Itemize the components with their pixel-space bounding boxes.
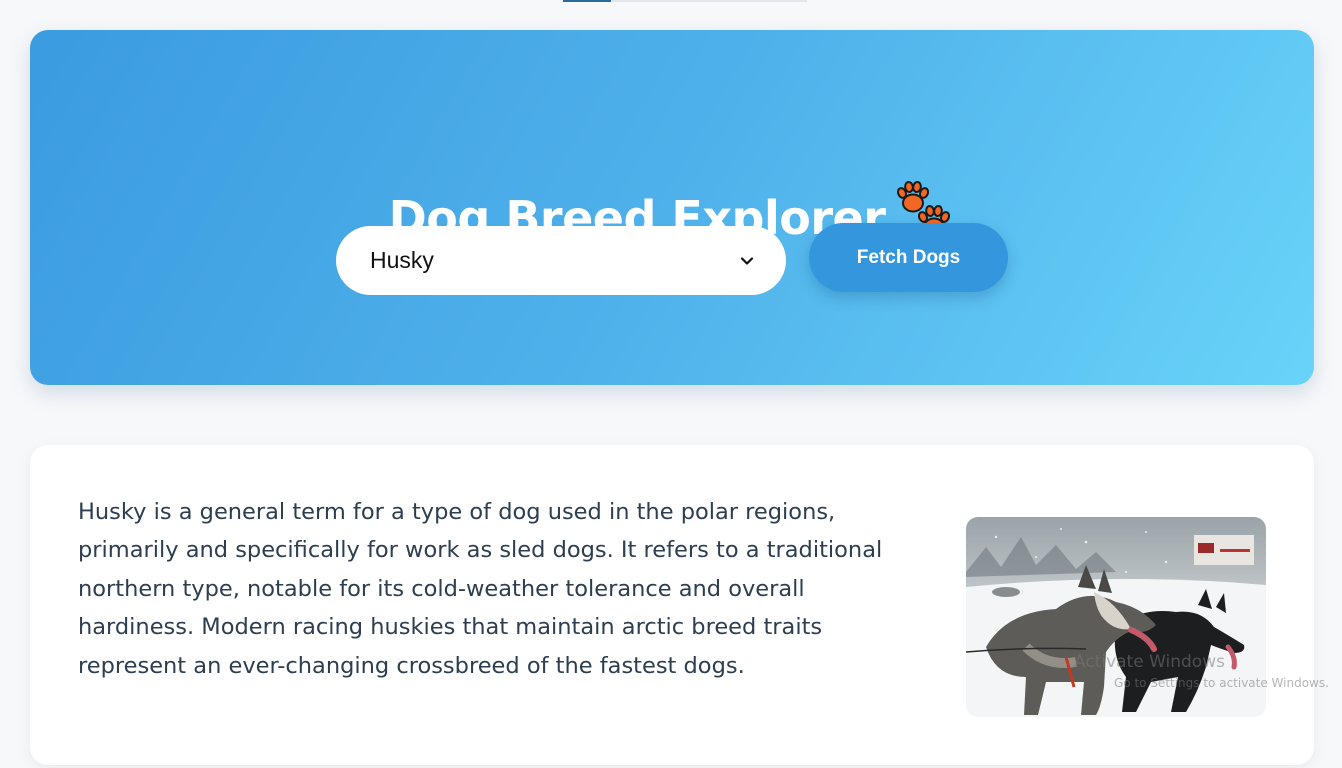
breed-info-card: Husky is a general term for a type of do… [30, 445, 1314, 765]
active-tab-marker [563, 0, 611, 2]
breed-photo [966, 517, 1266, 717]
hero-banner: Dog Breed Explorer Husky Fetch Dogs [30, 30, 1314, 385]
husky-photo-illustration [966, 517, 1266, 717]
breed-description: Husky is a general term for a type of do… [78, 499, 883, 679]
breed-select[interactable]: Husky [336, 226, 786, 295]
breed-select-value: Husky [370, 247, 434, 273]
fetch-dogs-button[interactable]: Fetch Dogs [809, 223, 1008, 292]
top-tab-indicator [563, 0, 807, 2]
chevron-down-icon [740, 257, 754, 265]
